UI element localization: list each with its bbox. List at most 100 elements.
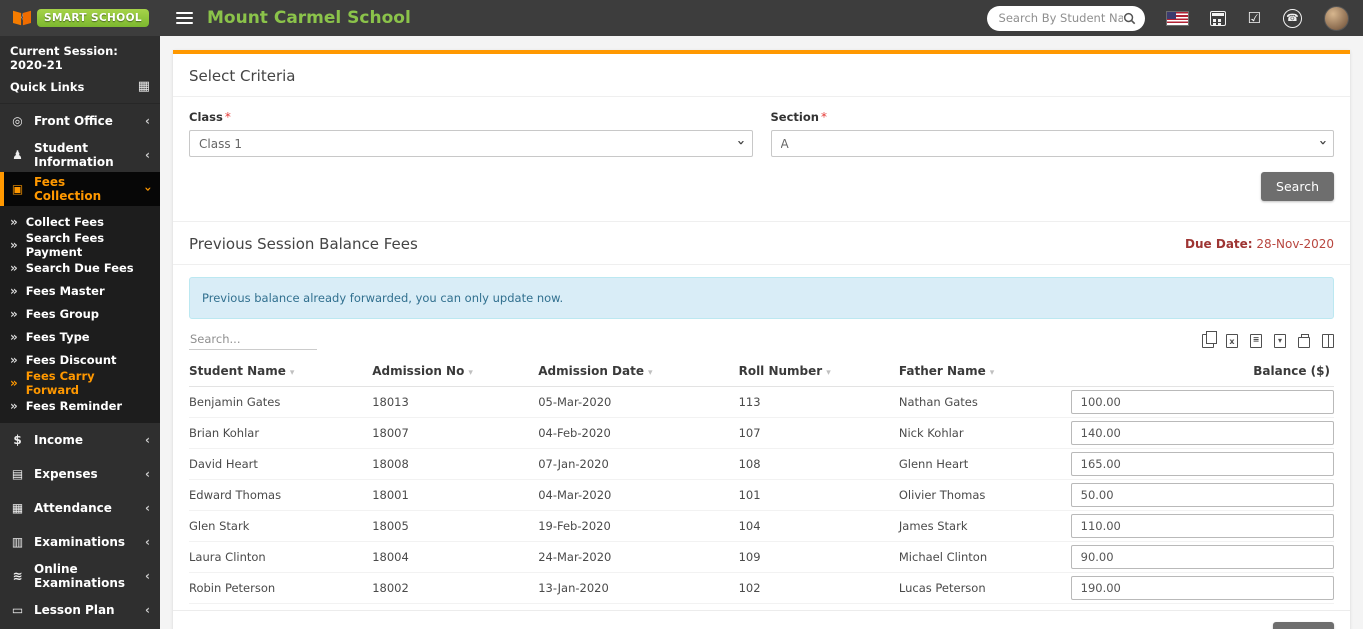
roll-number-cell: 109: [738, 541, 899, 573]
student-search-input[interactable]: [998, 11, 1123, 25]
admission-no-cell: 18008: [372, 448, 539, 480]
sidebar-item-online-examinations[interactable]: ≋ Online Examinations ‹: [0, 559, 160, 593]
balance-input[interactable]: [1070, 545, 1334, 569]
chevron-left-icon: ‹: [145, 114, 150, 128]
session-block: Current Session: 2020-21 Quick Links ▦: [0, 36, 160, 104]
language-flag-icon[interactable]: [1166, 11, 1188, 25]
table-row: Laura Clinton 18004 24-Mar-2020 109 Mich…: [189, 541, 1334, 573]
due-date: Due Date: 28-Nov-2020: [1185, 237, 1334, 251]
submenu-item-label: Fees Carry Forward: [25, 368, 95, 397]
chevron-left-icon: ‹: [145, 148, 150, 162]
calendar-icon[interactable]: [1209, 10, 1226, 26]
sidebar-item-income[interactable]: $ Income ‹: [0, 423, 160, 457]
column-visibility-icon[interactable]: [1322, 334, 1334, 348]
student-name-cell: Robin Peterson: [189, 572, 373, 604]
search-button[interactable]: Search: [1261, 172, 1334, 201]
search-icon[interactable]: [1123, 12, 1136, 25]
sidebar: Current Session: 2020-21 Quick Links ▦ ◎…: [0, 36, 160, 629]
submenu-item-fees-type[interactable]: » Fees Type: [0, 325, 160, 348]
column-header-admission-no[interactable]: Admission No ▾: [372, 356, 539, 387]
admission-date-cell: 04-Mar-2020: [538, 479, 739, 511]
class-select[interactable]: Class 1: [189, 130, 753, 157]
grid-icon[interactable]: ▦: [138, 79, 150, 94]
admission-no-cell: 18004: [372, 541, 539, 573]
student-name-cell: Benjamin Gates: [189, 386, 373, 418]
balance-section-title: Previous Session Balance Fees: [189, 235, 418, 253]
chevron-left-icon: ‹: [145, 603, 150, 617]
sidebar-item-label: Lesson Plan: [34, 603, 115, 617]
user-avatar[interactable]: [1324, 5, 1349, 31]
sidebar-item-expenses[interactable]: ▤ Expenses ‹: [0, 457, 160, 491]
student-name-cell: Laura Clinton: [189, 541, 373, 573]
fees-collection-submenu: » Collect Fees » Search Fees Payment » Sear…: [0, 206, 160, 423]
table-header-row: Student Name ▾ Admission No ▾ Admission Da…: [189, 356, 1334, 387]
excel-export-icon[interactable]: [1226, 334, 1238, 348]
hamburger-menu-icon[interactable]: [176, 16, 193, 20]
column-header-admission-date[interactable]: Admission Date ▾: [538, 356, 739, 387]
father-name-cell: Michael Clinton: [898, 541, 1071, 573]
father-name-cell: Lucas Peterson: [898, 572, 1071, 604]
expenses-icon: ▤: [11, 467, 24, 481]
table-row: Brian Kohlar 18007 04-Feb-2020 107 Nick …: [189, 417, 1334, 449]
sidebar-item-examinations[interactable]: ▥ Examinations ‹: [0, 525, 160, 559]
sidebar-item-student-information[interactable]: ♟ Student Information ‹: [0, 138, 160, 172]
table-filter-input[interactable]: [189, 329, 317, 350]
submenu-item-fees-carry-forward[interactable]: » Fees Carry Forward: [0, 368, 160, 397]
father-name-cell: James Stark: [898, 510, 1071, 542]
balance-section-header: Previous Session Balance Fees Due Date: …: [173, 221, 1350, 265]
main-content: Select Criteria Class * Class 1 › Section…: [160, 36, 1363, 629]
pdf-export-icon[interactable]: [1274, 334, 1286, 348]
double-arrow-icon: »: [10, 329, 18, 344]
table-row: Edward Thomas 18001 04-Mar-2020 101 Oliv…: [189, 479, 1334, 511]
submenu-item-label: Fees Reminder: [25, 398, 123, 413]
csv-export-icon[interactable]: [1250, 334, 1262, 348]
double-arrow-icon: »: [10, 352, 18, 367]
submenu-item-fees-master[interactable]: » Fees Master: [0, 279, 160, 302]
app-logo[interactable]: SMART SCHOOL: [0, 0, 160, 36]
column-header-balance[interactable]: Balance ($): [1070, 356, 1334, 387]
save-button[interactable]: Save: [1273, 622, 1334, 629]
column-header-student-name[interactable]: Student Name ▾: [189, 356, 373, 387]
income-icon: $: [13, 433, 22, 447]
sidebar-item-fees-collection[interactable]: ▣ Fees Collection ‹: [0, 172, 160, 206]
double-arrow-icon: »: [10, 260, 18, 275]
admission-date-cell: 19-Feb-2020: [538, 510, 739, 542]
chevron-left-icon: ‹: [145, 467, 150, 481]
father-name-cell: Nick Kohlar: [898, 417, 1071, 449]
class-field-group: Class * Class 1 ›: [189, 110, 753, 157]
sidebar-item-front-office[interactable]: ◎ Front Office ‹: [0, 104, 160, 138]
sidebar-item-lesson-plan[interactable]: ▭ Lesson Plan ‹: [0, 593, 160, 627]
logo-text: SMART SCHOOL: [37, 9, 149, 27]
submenu-item-fees-reminder[interactable]: » Fees Reminder: [0, 394, 160, 417]
submenu-item-search-fees-payment[interactable]: » Search Fees Payment: [0, 231, 160, 259]
column-header-father-name[interactable]: Father Name ▾: [898, 356, 1071, 387]
sidebar-nav: ◎ Front Office ‹ ♟ Student Information ‹…: [0, 104, 160, 629]
submenu-item-fees-group[interactable]: » Fees Group: [0, 302, 160, 325]
copy-icon[interactable]: [1202, 331, 1217, 348]
balance-input[interactable]: [1070, 483, 1334, 507]
roll-number-cell: 104: [738, 510, 899, 542]
balance-input[interactable]: [1070, 421, 1334, 445]
roll-number-cell: 113: [738, 386, 899, 418]
tasks-icon[interactable]: ☑: [1248, 10, 1261, 26]
section-select[interactable]: A: [770, 130, 1334, 157]
admission-no-cell: 18013: [372, 386, 539, 418]
required-asterisk: *: [820, 110, 827, 124]
student-search-box: [986, 5, 1145, 31]
balance-input[interactable]: [1070, 514, 1334, 538]
sidebar-item-attendance[interactable]: ▦ Attendance ‹: [0, 491, 160, 525]
quick-links[interactable]: Quick Links ▦: [10, 79, 150, 94]
examinations-icon: ▥: [11, 535, 24, 549]
column-header-roll-number[interactable]: Roll Number ▾: [738, 356, 899, 387]
balance-input[interactable]: [1070, 452, 1334, 476]
chevron-left-icon: ‹: [145, 535, 150, 549]
balance-input[interactable]: [1070, 390, 1334, 414]
balance-input[interactable]: [1070, 576, 1334, 600]
criteria-form: Class * Class 1 › Section * A ›: [173, 97, 1350, 157]
whatsapp-icon[interactable]: ☎: [1283, 8, 1302, 28]
student-name-cell: David Heart: [189, 448, 373, 480]
submenu-item-search-due-fees[interactable]: » Search Due Fees: [0, 256, 160, 279]
submenu-item-label: Fees Group: [25, 306, 100, 321]
print-icon[interactable]: [1298, 333, 1310, 348]
sidebar-item-label: Income: [34, 433, 84, 447]
